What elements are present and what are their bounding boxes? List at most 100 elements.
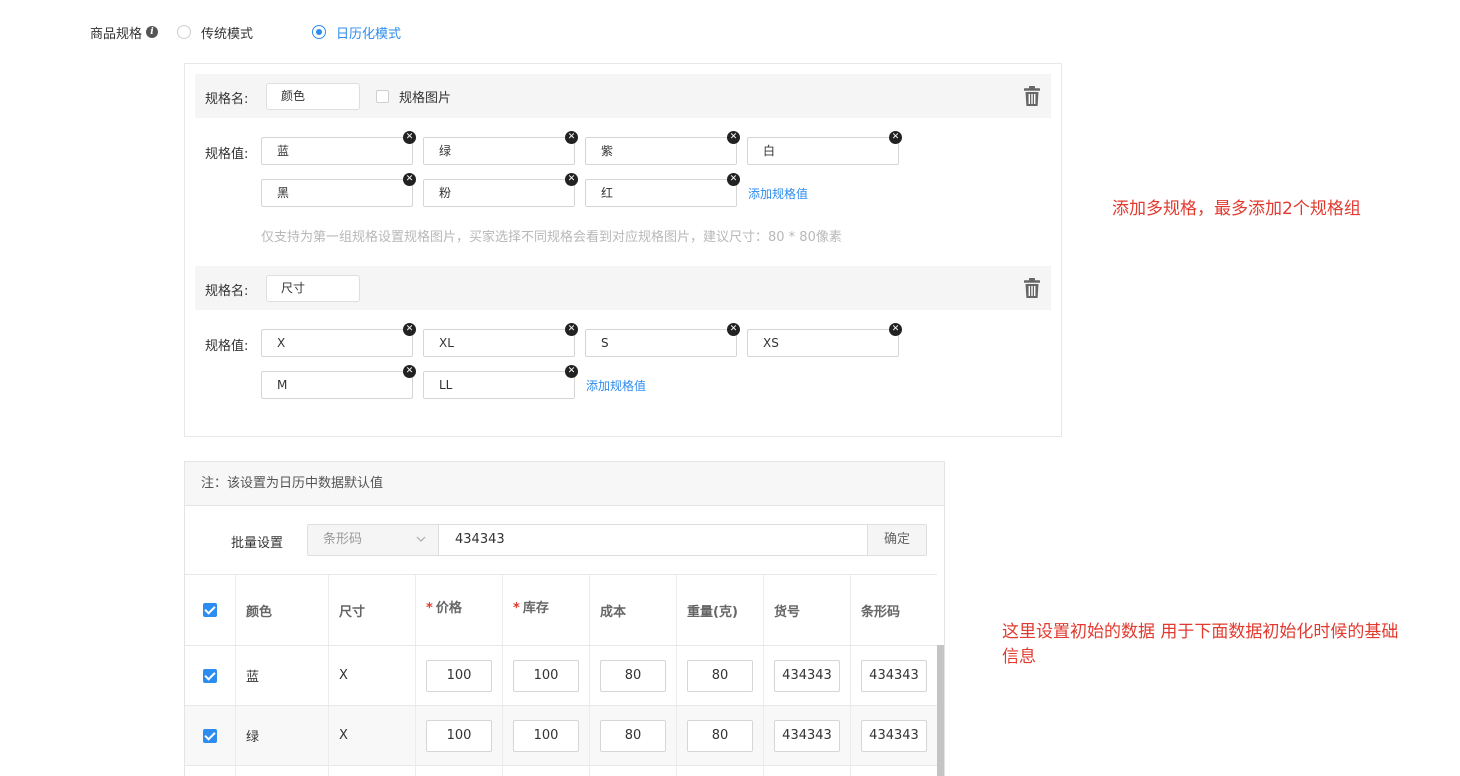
- price-cell: 100: [415, 646, 502, 705]
- table-cell: [415, 766, 502, 776]
- remove-value-icon[interactable]: ✕: [565, 173, 578, 186]
- remove-value-icon[interactable]: ✕: [727, 323, 740, 336]
- remove-value-icon[interactable]: ✕: [727, 173, 740, 186]
- barcode-cell: 434343: [850, 646, 937, 705]
- spec-image-label: 规格图片: [399, 91, 452, 106]
- column-header: 货号: [763, 575, 850, 645]
- table-header-row: 颜色 尺寸 * 价格 * 库存 成本 重量(克) 货号 条形码: [185, 574, 937, 645]
- row-select-cell: [185, 706, 235, 765]
- radio-label: 传统模式: [201, 26, 254, 42]
- spec-value-input[interactable]: XS: [747, 329, 899, 357]
- spec-value-input[interactable]: M: [261, 371, 413, 399]
- remove-value-icon[interactable]: ✕: [403, 365, 416, 378]
- price-cell: 100: [415, 706, 502, 765]
- spec-value-input[interactable]: 紫: [585, 137, 737, 165]
- remove-value-icon[interactable]: ✕: [565, 365, 578, 378]
- radio-traditional-mode[interactable]: 传统模式: [177, 23, 253, 42]
- column-header-label: 价格: [435, 600, 462, 616]
- spec-image-option[interactable]: 规格图片: [376, 87, 451, 106]
- column-header: * 库存: [502, 575, 589, 645]
- spec-value-input[interactable]: 红: [585, 179, 737, 207]
- spec-value-input[interactable]: 蓝: [261, 137, 413, 165]
- spec-value-input[interactable]: XL: [423, 329, 575, 357]
- column-header: 尺寸: [328, 575, 415, 645]
- weight-input[interactable]: 80: [687, 719, 753, 752]
- remove-value-icon[interactable]: ✕: [727, 131, 740, 144]
- spec-name-label: 规格名:: [205, 284, 249, 299]
- spec-name-input[interactable]: 颜色: [266, 83, 360, 110]
- spec-value-input[interactable]: 绿: [423, 137, 575, 165]
- size-cell: X: [328, 646, 415, 705]
- spec-values-label: 规格值:: [205, 339, 249, 354]
- column-header: 成本: [589, 575, 676, 645]
- sku-input[interactable]: 434343: [774, 719, 840, 752]
- weight-cell: 80: [676, 706, 763, 765]
- column-header: 颜色: [235, 575, 328, 645]
- cost-cell: 80: [589, 646, 676, 705]
- spec-value-input[interactable]: 白: [747, 137, 899, 165]
- column-header-label: 尺寸: [339, 604, 366, 620]
- row-checkbox[interactable]: [203, 728, 217, 743]
- color-value: 蓝: [246, 670, 260, 685]
- stock-input[interactable]: 100: [513, 659, 579, 692]
- cost-input[interactable]: 80: [600, 719, 666, 752]
- spec-name-input[interactable]: 尺寸: [266, 275, 360, 302]
- table-cell: [676, 766, 763, 776]
- remove-value-icon[interactable]: ✕: [889, 323, 902, 336]
- info-icon[interactable]: i: [146, 26, 159, 38]
- spec-value-input[interactable]: 黑: [261, 179, 413, 207]
- table-scrollbar[interactable]: [937, 645, 944, 776]
- batch-value-input[interactable]: 434343: [438, 524, 868, 556]
- remove-value-icon[interactable]: ✕: [565, 323, 578, 336]
- add-spec-value-link[interactable]: 添加规格值: [586, 377, 646, 394]
- annotation-default-note-line2: 信息: [1002, 647, 1036, 667]
- spec-value-input[interactable]: X: [261, 329, 413, 357]
- spec-image-checkbox[interactable]: [376, 90, 389, 103]
- stock-cell: 100: [502, 706, 589, 765]
- sku-input[interactable]: 434343: [774, 659, 840, 692]
- spec-image-hint: 仅支持为第一组规格设置规格图片，买家选择不同规格会看到对应规格图片，建议尺寸：8…: [261, 230, 842, 245]
- cost-input[interactable]: 80: [600, 659, 666, 692]
- sku-cell: 434343: [763, 646, 850, 705]
- color-cell: 绿: [235, 706, 328, 765]
- chevron-down-icon: [416, 536, 426, 542]
- spec-value-input[interactable]: 粉: [423, 179, 575, 207]
- spec-name-label: 规格名:: [205, 92, 249, 107]
- remove-value-icon[interactable]: ✕: [403, 323, 416, 336]
- spec-mode-row: 商品规格 i 传统模式 日历化模式: [90, 22, 401, 42]
- sku-cell: 434343: [763, 706, 850, 765]
- radio-circle[interactable]: [177, 25, 192, 39]
- size-value: X: [339, 728, 348, 743]
- annotation-spec-note: 添加多规格，最多添加2个规格组: [1112, 199, 1361, 219]
- spec-values-label: 规格值:: [205, 147, 249, 162]
- stock-input[interactable]: 100: [513, 719, 579, 752]
- trash-icon[interactable]: [1023, 277, 1041, 299]
- radio-circle-checked[interactable]: [312, 25, 327, 39]
- add-spec-value-link[interactable]: 添加规格值: [748, 185, 808, 202]
- price-input[interactable]: 100: [426, 659, 492, 692]
- price-input[interactable]: 100: [426, 719, 492, 752]
- panel-note: 注：该设置为日历中数据默认值: [185, 462, 944, 506]
- batch-select-value: 条形码: [323, 532, 363, 547]
- batch-confirm-button[interactable]: 确定: [867, 524, 927, 556]
- remove-value-icon[interactable]: ✕: [565, 131, 578, 144]
- spec-value-input[interactable]: LL: [423, 371, 575, 399]
- weight-input[interactable]: 80: [687, 659, 753, 692]
- remove-value-icon[interactable]: ✕: [889, 131, 902, 144]
- radio-calendar-mode[interactable]: 日历化模式: [312, 23, 401, 42]
- select-all-checkbox[interactable]: [203, 603, 217, 617]
- remove-value-icon[interactable]: ✕: [403, 131, 416, 144]
- batch-field-select[interactable]: 条形码: [307, 524, 439, 556]
- trash-icon[interactable]: [1023, 85, 1041, 107]
- table-cell: [502, 766, 589, 776]
- select-all-cell: [185, 575, 235, 645]
- remove-value-icon[interactable]: ✕: [403, 173, 416, 186]
- spec-value-input[interactable]: S: [585, 329, 737, 357]
- row-checkbox[interactable]: [203, 668, 217, 683]
- table-cell: [328, 766, 415, 776]
- barcode-input[interactable]: 434343: [861, 719, 927, 752]
- row-select-cell: [185, 646, 235, 705]
- barcode-input[interactable]: 434343: [861, 659, 927, 692]
- table-cell: [589, 766, 676, 776]
- column-header-label: 库存: [522, 600, 549, 616]
